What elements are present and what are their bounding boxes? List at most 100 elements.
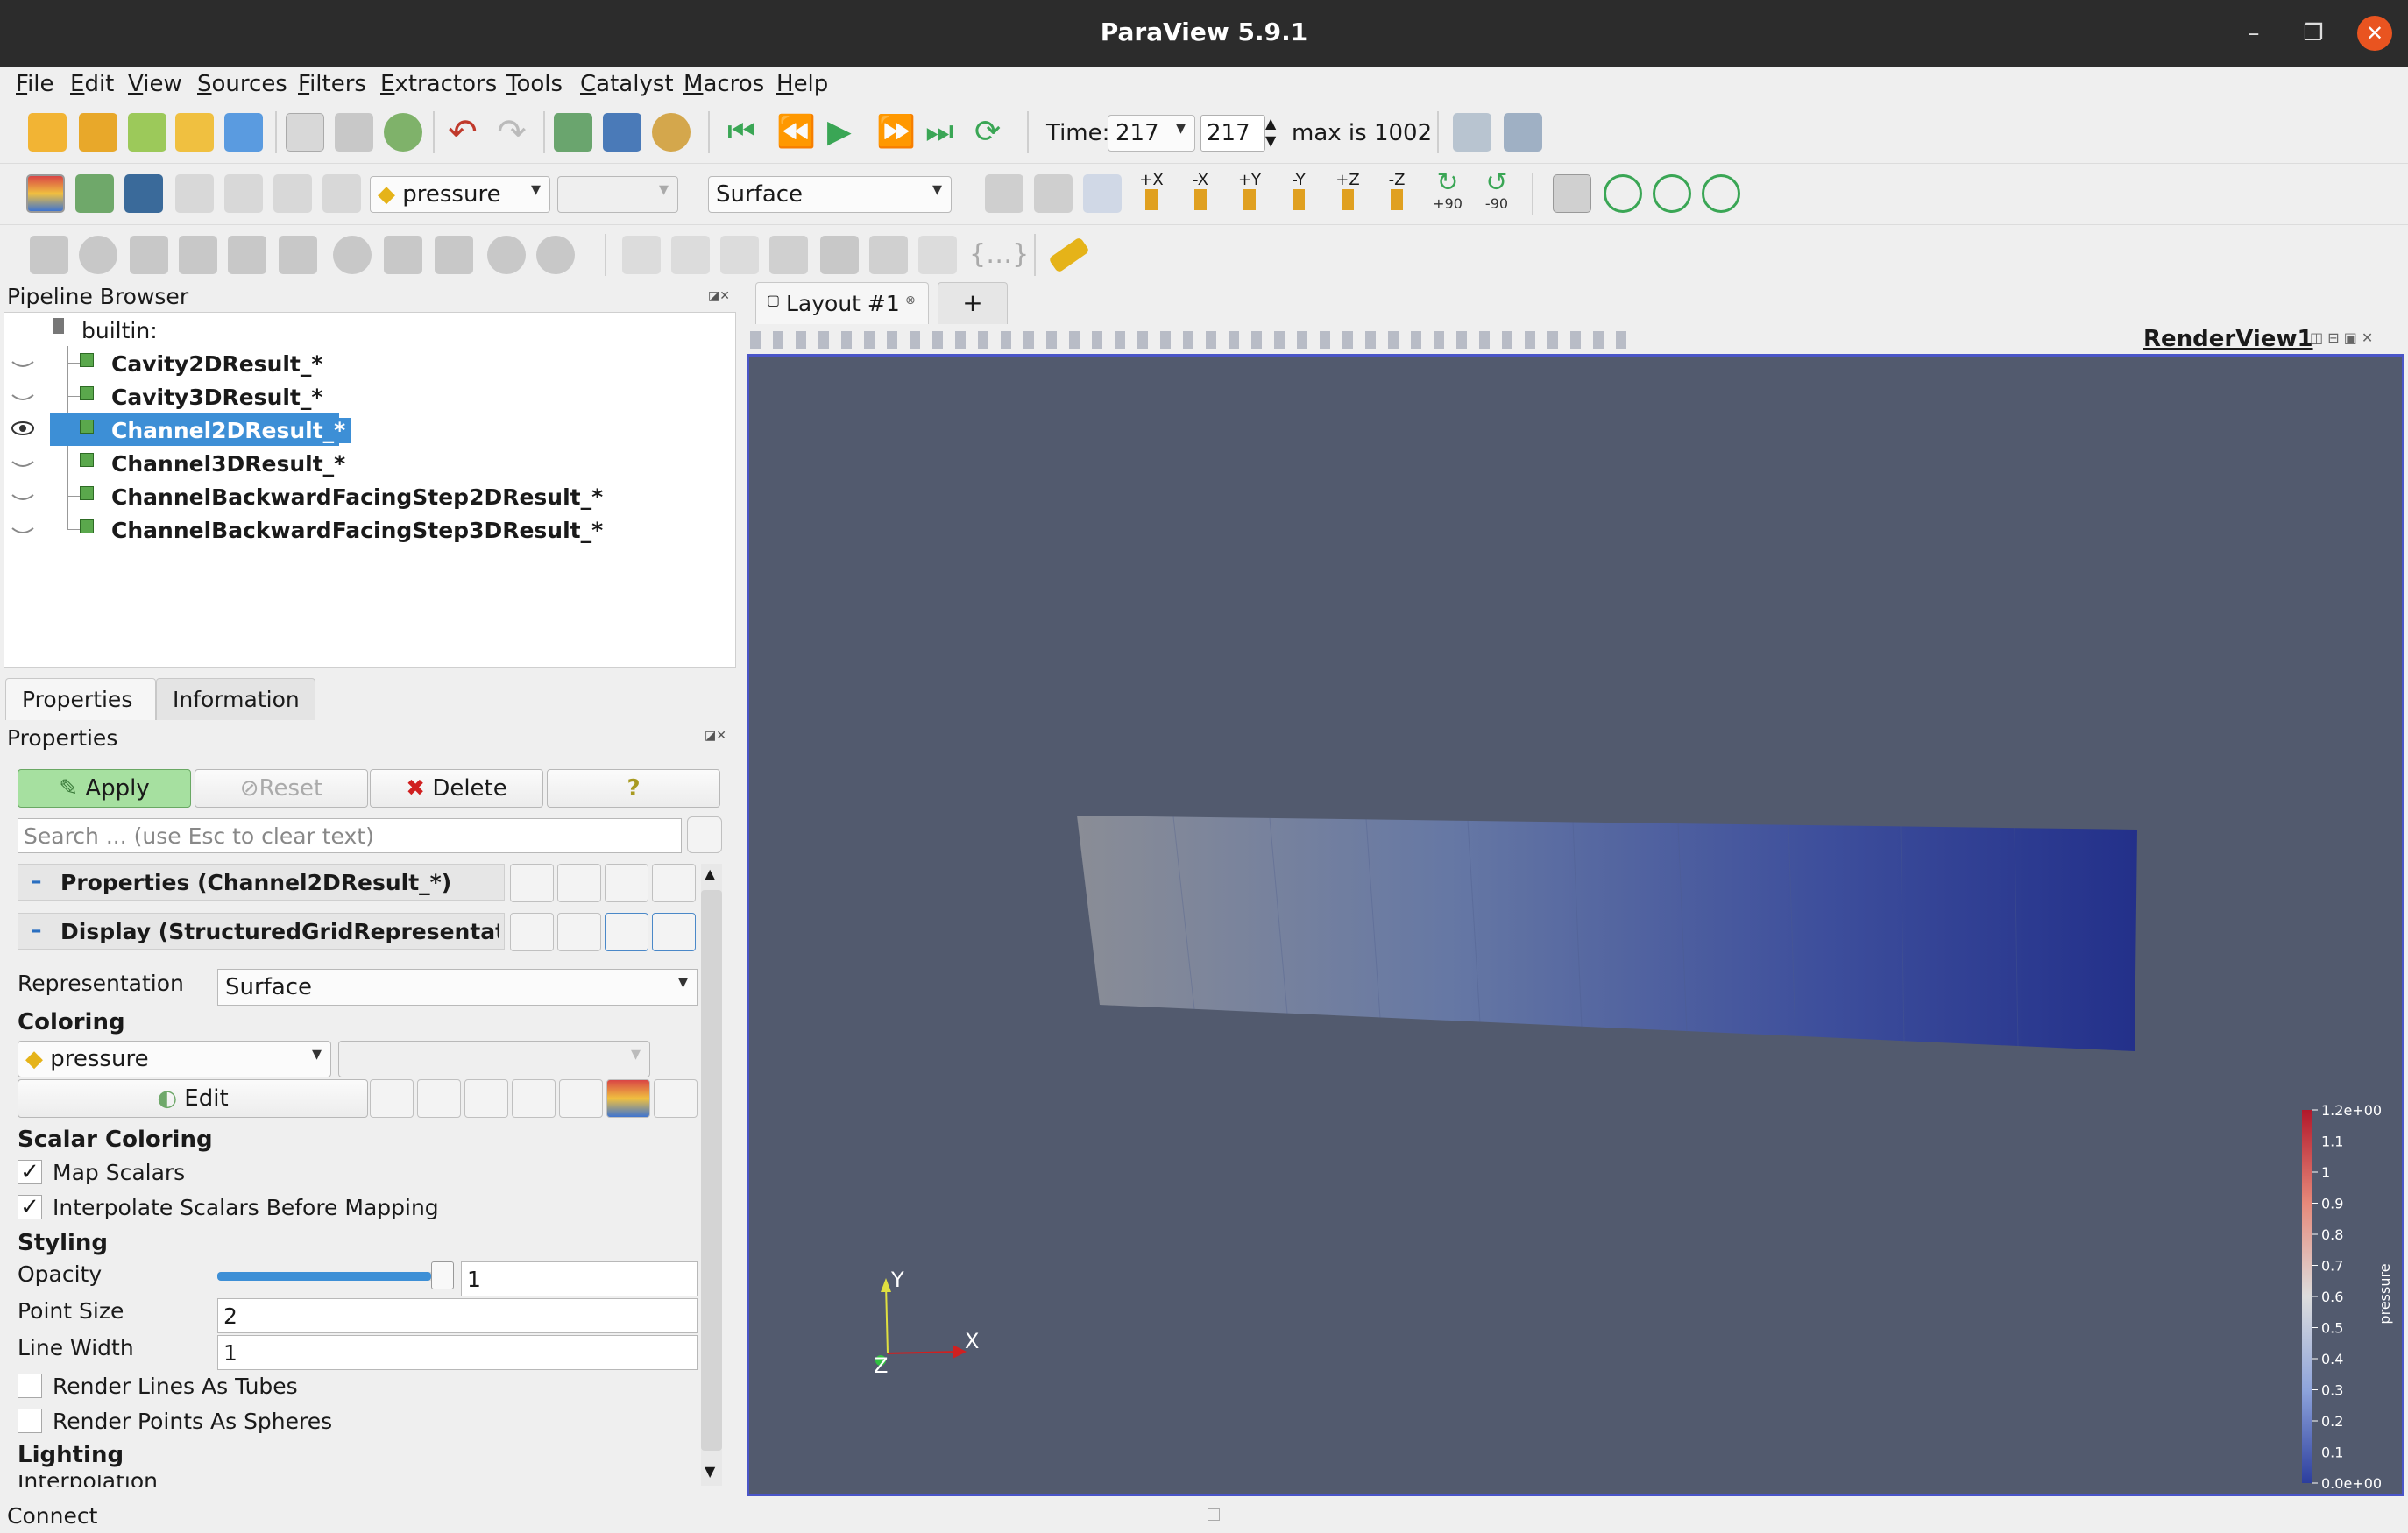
interpolate-checkbox[interactable]: ✓ xyxy=(18,1195,42,1219)
rescale-custom-icon[interactable] xyxy=(224,174,263,213)
redo-icon[interactable]: ↷ xyxy=(492,113,531,152)
zoom-to-data-icon[interactable] xyxy=(1034,174,1073,213)
set-view-minus-z-icon[interactable]: -Z xyxy=(1378,171,1416,210)
reset-session-icon[interactable] xyxy=(384,113,422,152)
menu-tools[interactable]: Tools xyxy=(506,71,563,97)
spin-arrows-icon[interactable]: ▲ ▼ xyxy=(1265,115,1276,150)
previous-frame-icon[interactable]: ⏪ xyxy=(776,115,816,153)
menu-macros[interactable]: Macros xyxy=(683,71,764,97)
group-datasets-icon[interactable] xyxy=(487,236,526,274)
clip-icon[interactable] xyxy=(130,236,168,274)
open-folder-icon[interactable] xyxy=(28,113,67,152)
rescale-temporal-icon[interactable] xyxy=(512,1079,556,1118)
contour-icon[interactable] xyxy=(79,236,117,274)
opacity-input[interactable]: 1 xyxy=(461,1261,698,1296)
menu-view[interactable]: View xyxy=(128,71,182,97)
save-display-icon[interactable] xyxy=(652,913,696,951)
render-view-name[interactable]: RenderView1 xyxy=(2143,326,2313,352)
first-frame-icon[interactable]: ⏮ xyxy=(727,115,766,153)
close-button[interactable]: ✕ xyxy=(2357,16,2392,51)
pipeline-icon[interactable] xyxy=(335,113,373,152)
eye-closed-icon[interactable] xyxy=(10,518,36,539)
rotate-ccw-icon[interactable]: ↺ -90 xyxy=(1477,170,1516,213)
plot-data-icon[interactable] xyxy=(820,236,859,274)
reset-center-icon[interactable] xyxy=(1604,174,1642,213)
reset-camera-icon[interactable] xyxy=(985,174,1023,213)
point-size-input[interactable]: 2 xyxy=(217,1298,698,1333)
restore-display-icon[interactable] xyxy=(605,913,648,951)
copy-display-icon[interactable] xyxy=(510,913,554,951)
line-width-input[interactable]: 1 xyxy=(217,1335,698,1370)
particle-tracer-icon[interactable] xyxy=(918,236,957,274)
save-animation-icon[interactable] xyxy=(1504,113,1542,152)
recent-folder-icon[interactable] xyxy=(79,113,117,152)
eye-closed-icon[interactable] xyxy=(10,385,36,406)
set-view-plus-z-icon[interactable]: +Z xyxy=(1328,171,1367,210)
probe-icon[interactable] xyxy=(769,236,808,274)
help-button[interactable]: ? xyxy=(547,769,720,808)
camera-link-icon[interactable] xyxy=(603,113,641,152)
paste-properties-icon[interactable] xyxy=(557,864,601,902)
rescale-temporal-icon[interactable] xyxy=(273,174,312,213)
capture-screenshot-icon[interactable] xyxy=(1453,113,1491,152)
opacity-slider-handle[interactable] xyxy=(431,1261,454,1289)
coloring-component-select[interactable]: ▾ xyxy=(338,1041,650,1077)
set-view-minus-x-icon[interactable]: -X xyxy=(1181,171,1220,210)
calculator-icon[interactable] xyxy=(30,236,68,274)
tree-item-bfs2d[interactable]: ChannelBackwardFacingStep2DResult_* xyxy=(4,479,732,512)
connect-icon[interactable] xyxy=(175,113,214,152)
choose-preset-icon[interactable] xyxy=(370,1079,414,1118)
render-canvas[interactable]: Y X Z 1.2e+00 1.1 1 0.9 0.8 0.7 0.6 0.5 0.4 0.3 0.… xyxy=(749,357,2402,1494)
scroll-down-icon[interactable]: ▼ xyxy=(705,1463,715,1480)
rotation-center-icon[interactable] xyxy=(1702,174,1740,213)
extract-level-icon[interactable] xyxy=(536,236,575,274)
rotate-cw-icon[interactable]: ↻ +90 xyxy=(1428,170,1467,213)
properties-scrollbar[interactable]: ▲ ▼ xyxy=(701,864,722,1486)
save-defaults-icon[interactable] xyxy=(652,864,696,902)
tab-properties[interactable]: Properties xyxy=(5,678,156,720)
render-tubes-checkbox[interactable] xyxy=(18,1374,42,1398)
tree-item-cavity2d[interactable]: Cavity2DResult_* xyxy=(4,346,732,379)
menu-edit[interactable]: Edit xyxy=(70,71,114,97)
time-combo[interactable]: 217 ▾ xyxy=(1108,115,1195,152)
minimize-button[interactable]: – xyxy=(2240,19,2268,47)
next-frame-icon[interactable]: ⏩ xyxy=(876,115,916,153)
menu-sources[interactable]: Sources xyxy=(197,71,287,97)
rescale-visible-icon[interactable] xyxy=(322,174,361,213)
tree-item-channel3d[interactable]: Channel3DResult_* xyxy=(4,446,732,479)
eye-closed-icon[interactable] xyxy=(10,451,36,472)
zoom-to-box-icon[interactable] xyxy=(1083,174,1122,213)
tab-layout-1[interactable]: ▢ Layout #1 ⊗ xyxy=(755,282,929,324)
component-combo[interactable]: ▾ xyxy=(557,176,678,213)
close-tab-icon[interactable]: ⊗ xyxy=(905,293,916,307)
section-header-display[interactable]: – Display (StructuredGridRepresentat xyxy=(18,913,505,950)
menu-file[interactable]: File xyxy=(16,71,54,97)
eye-open-icon[interactable] xyxy=(10,418,36,439)
favorites-icon[interactable] xyxy=(559,1079,603,1118)
palette-icon[interactable] xyxy=(652,113,691,152)
plot-over-time-icon[interactable] xyxy=(869,236,908,274)
section-header-properties[interactable]: – Properties (Channel2DResult_*) xyxy=(18,864,505,901)
disconnect-icon[interactable] xyxy=(224,113,263,152)
pick-center-icon[interactable] xyxy=(1653,174,1691,213)
loop-icon[interactable]: ⟳ xyxy=(974,115,1013,153)
toggle-color-legend-icon[interactable] xyxy=(26,174,65,213)
color-legend-toggle-icon[interactable] xyxy=(606,1079,650,1118)
rescale-range-icon[interactable] xyxy=(175,174,214,213)
warp-by-vector-icon[interactable] xyxy=(435,236,473,274)
scrollbar-thumb[interactable] xyxy=(701,890,722,1451)
view-split-close-icons[interactable]: ◫ ⊟ ▣ ✕ xyxy=(2310,329,2397,347)
auto-apply-icon[interactable] xyxy=(286,113,324,152)
undo-icon[interactable]: ↶ xyxy=(443,113,482,152)
delete-button[interactable]: ✖ Delete xyxy=(370,769,543,808)
tree-root[interactable]: builtin: xyxy=(4,313,732,346)
render-spheres-checkbox[interactable] xyxy=(18,1409,42,1433)
python-script-icon[interactable]: {…} xyxy=(969,236,1029,274)
map-scalars-checkbox[interactable]: ✓ xyxy=(18,1160,42,1184)
save-data-icon[interactable] xyxy=(128,113,166,152)
last-frame-icon[interactable]: ⏭ xyxy=(925,115,964,153)
render-view[interactable]: Y X Z 1.2e+00 1.1 1 0.9 0.8 0.7 0.6 0.5 0.4 0.3 0.… xyxy=(747,354,2404,1496)
coloring-array-select[interactable]: ◆ pressure ▾ xyxy=(18,1041,331,1077)
copy-properties-icon[interactable] xyxy=(510,864,554,902)
tree-item-cavity3d[interactable]: Cavity3DResult_* xyxy=(4,379,732,413)
